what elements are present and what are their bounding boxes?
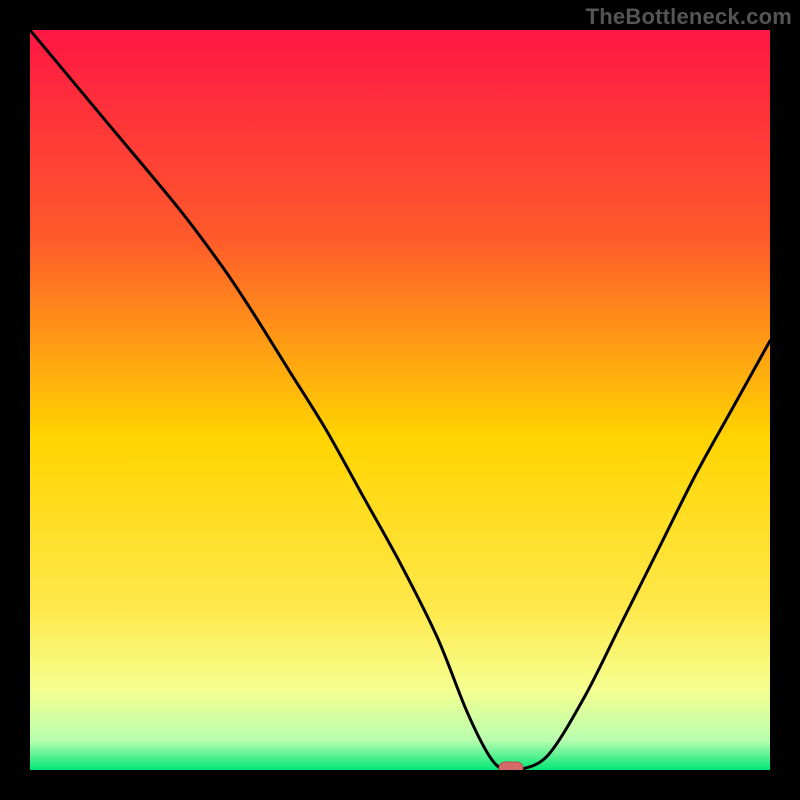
gradient-background [30,30,770,770]
chart-container: TheBottleneck.com [0,0,800,800]
watermark-label: TheBottleneck.com [586,4,792,30]
optimal-point-marker [499,762,523,770]
plot-area [30,30,770,770]
chart-svg [30,30,770,770]
